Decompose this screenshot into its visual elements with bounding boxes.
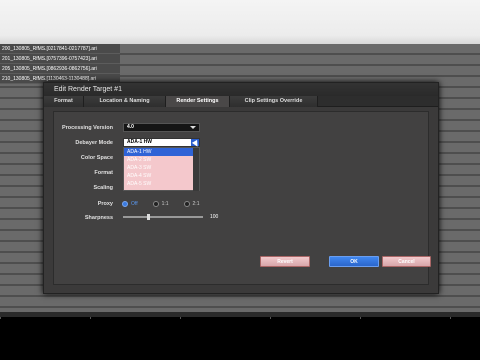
tab-location-naming[interactable]: Location & Naming bbox=[84, 96, 166, 107]
debayer-mode-select[interactable]: ADA-1 HW bbox=[123, 138, 200, 147]
processing-version-select[interactable]: 4.0 bbox=[123, 123, 200, 132]
dialog-tabs: Format Location & Naming Render Settings… bbox=[44, 96, 438, 107]
debayer-option[interactable]: ADA-5 SW bbox=[124, 180, 199, 188]
file-row[interactable]: 205_130805_RfMS.[0862936-0862756].ari bbox=[0, 64, 120, 74]
ok-button[interactable]: OK bbox=[329, 256, 379, 267]
proxy-label: Proxy bbox=[97, 201, 113, 207]
debayer-mode-label: Debayer Mode bbox=[75, 140, 113, 146]
processing-version-value: 4.0 bbox=[127, 124, 134, 130]
tab-render-settings[interactable]: Render Settings bbox=[166, 96, 230, 107]
chevron-down-icon bbox=[190, 126, 196, 129]
revert-button[interactable]: Revert bbox=[260, 256, 310, 267]
scaling-label: Scaling bbox=[93, 185, 113, 191]
proxy-off-radio[interactable] bbox=[122, 201, 128, 207]
debayer-mode-options: ADA-1 HW ADA-2 SW ADA-3 SW ADA-4 SW ADA-… bbox=[123, 147, 200, 191]
dropdown-scrollbar[interactable] bbox=[193, 148, 199, 191]
background-file-list: 200_130805_RfMS.[0217841-0217787].ari 20… bbox=[0, 44, 120, 84]
cancel-button[interactable]: Cancel bbox=[382, 256, 431, 267]
sharpness-slider[interactable] bbox=[123, 214, 203, 220]
format-label: Format bbox=[94, 170, 113, 176]
debayer-mode-value: ADA-1 HW bbox=[127, 139, 152, 145]
proxy-1-1-label: 1:1 bbox=[161, 201, 169, 207]
processing-version-label: Processing Version bbox=[61, 125, 113, 131]
timeline-ticks bbox=[0, 317, 480, 319]
tab-clip-settings-override[interactable]: Clip Settings Override bbox=[230, 96, 318, 107]
sharpness-value: 100 bbox=[210, 214, 219, 220]
tab-format[interactable]: Format bbox=[44, 96, 84, 107]
background-timeline bbox=[0, 312, 480, 360]
debayer-option[interactable]: ADA-2 SW bbox=[124, 156, 199, 164]
debayer-option[interactable]: ADA-3 SW bbox=[124, 164, 199, 172]
proxy-1-1-radio[interactable] bbox=[152, 201, 159, 207]
file-row[interactable]: 200_130805_RfMS.[0217841-0217787].ari bbox=[0, 44, 120, 54]
proxy-2-1-radio[interactable] bbox=[183, 201, 190, 207]
color-space-label: Color Space bbox=[80, 155, 113, 161]
file-row[interactable]: 201_130805_RfMS.[0757396-0757423].ari bbox=[0, 54, 120, 64]
debayer-option[interactable]: ADA-1 HW bbox=[124, 148, 199, 156]
background-top-panel bbox=[0, 0, 480, 44]
proxy-2-1-label: 2:1 bbox=[192, 201, 200, 207]
proxy-radio-group: Off 1:1 2:1 bbox=[122, 200, 211, 208]
dialog-title: Edit Render Target #1 bbox=[44, 83, 438, 96]
sharpness-slider-thumb[interactable] bbox=[147, 214, 150, 220]
sharpness-label: Sharpness bbox=[84, 215, 113, 221]
proxy-off-label: Off bbox=[131, 201, 138, 207]
debayer-option[interactable]: ADA-4 SW bbox=[124, 172, 199, 180]
